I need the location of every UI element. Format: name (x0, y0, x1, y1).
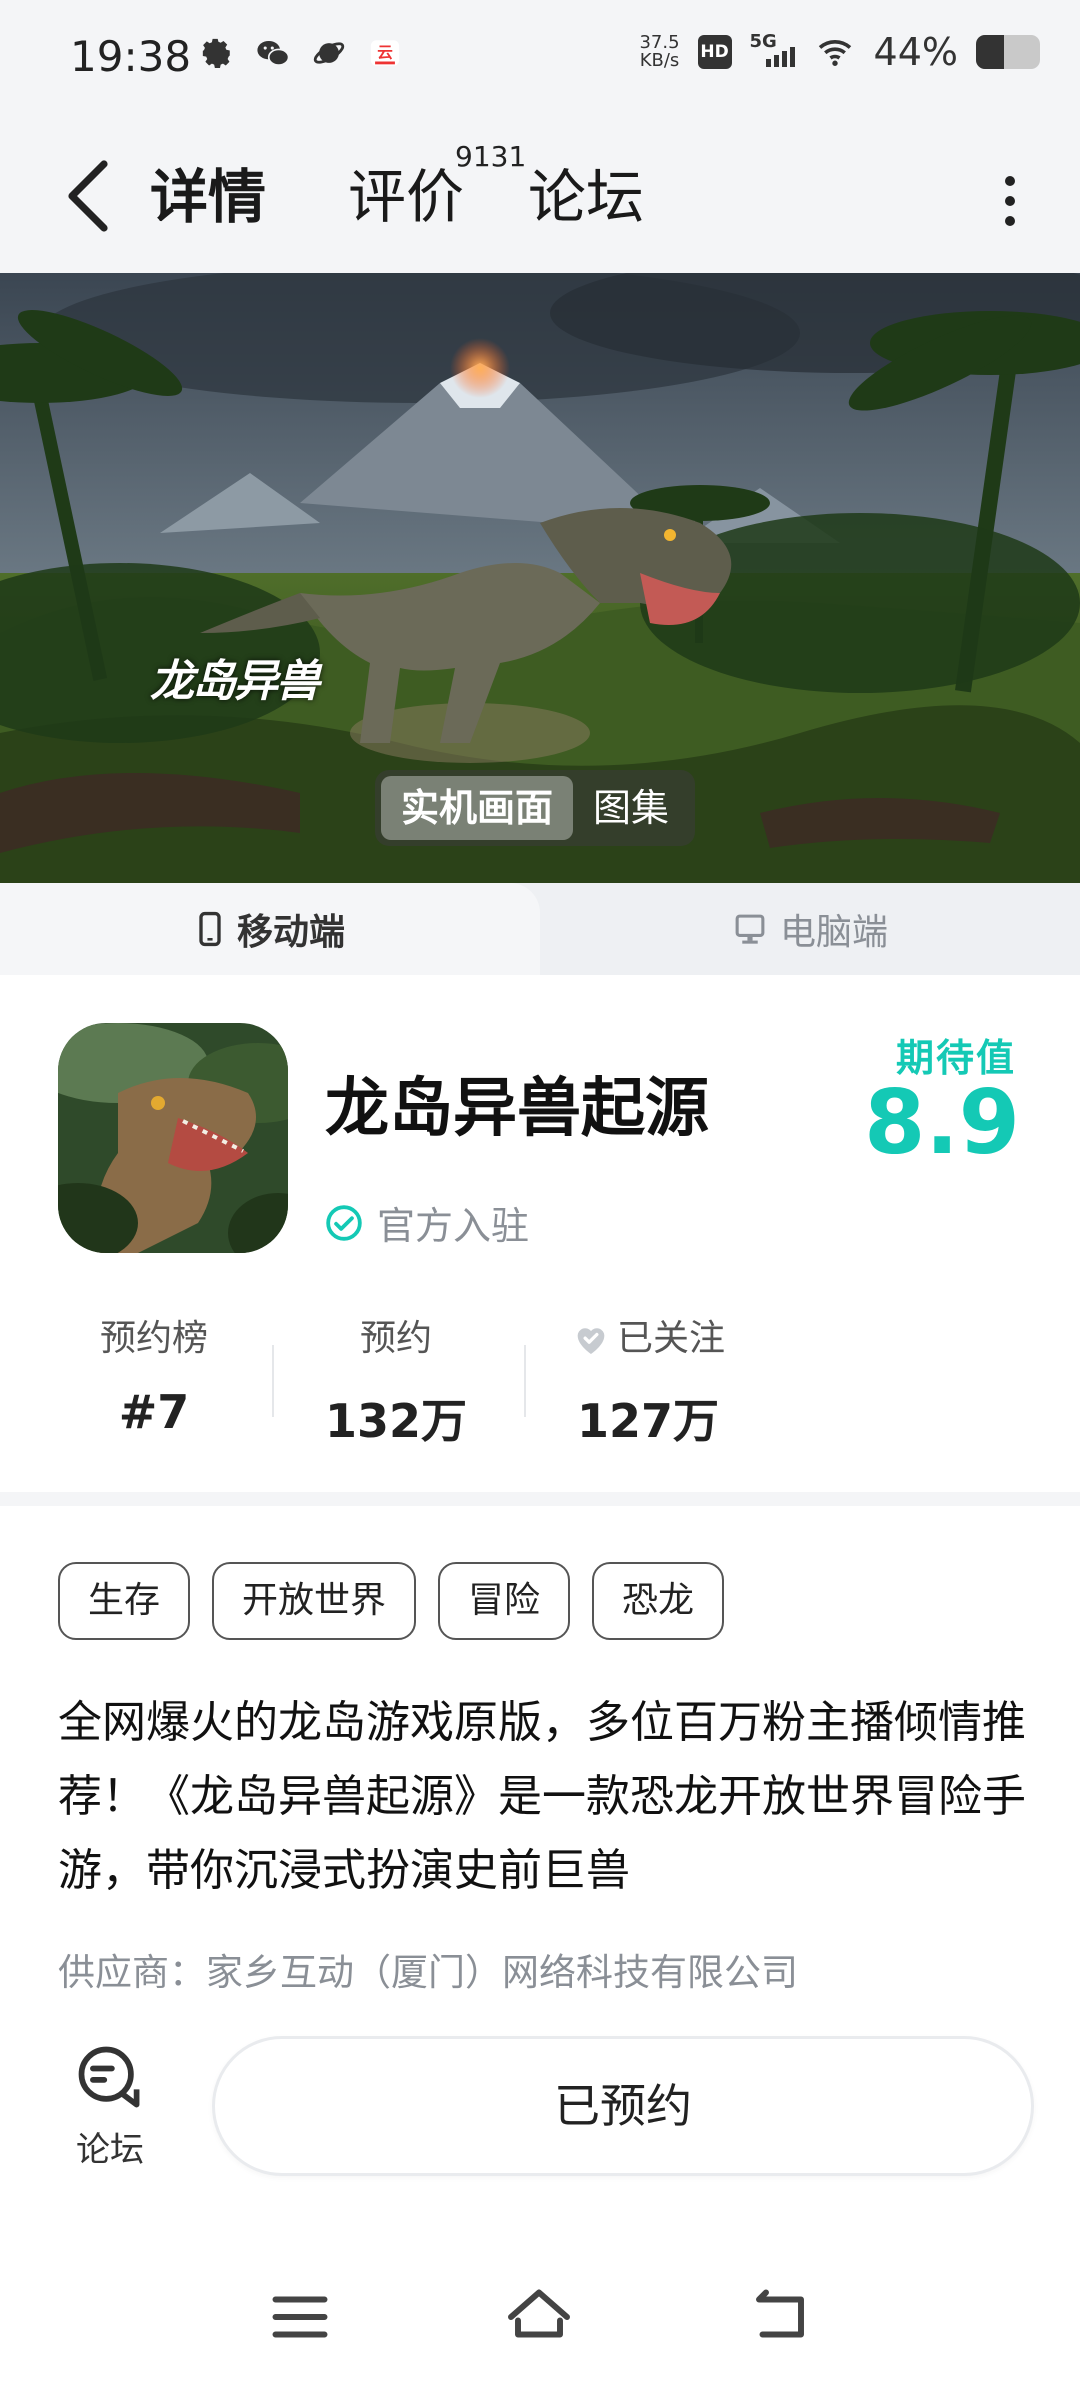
stat-followers[interactable]: 已关注 127万 (548, 1315, 748, 1451)
heart-check-icon (577, 1328, 605, 1354)
net-speed: 37.5 KB/s (639, 34, 679, 70)
home-icon[interactable] (504, 2282, 574, 2352)
tab-forum[interactable]: 论坛 (528, 150, 644, 234)
stat-label: 已关注 (616, 1318, 725, 1359)
game-info-section: 龙岛异兽起源 官方入驻 期待值 8.9 预约榜 #7 预约 132万 已关注 1… (0, 975, 1080, 1495)
recent-apps-icon[interactable] (265, 2282, 335, 2352)
platform-switch: 移动端 电脑端 (0, 883, 1080, 975)
banner-game-logo: 龙岛异兽 (150, 656, 320, 707)
forum-chat-icon (78, 2046, 140, 2108)
status-time: 19:38 (70, 32, 192, 81)
tab-detail-label: 详情 (150, 163, 267, 231)
tab-detail[interactable]: 详情 (144, 150, 273, 234)
detail-header: 详情 评价 9131 论坛 (0, 118, 1080, 273)
official-badge: 官方入驻 (325, 1195, 529, 1250)
battery-percent: 44% (873, 30, 958, 74)
platform-mobile-label: 移动端 (236, 912, 345, 953)
stat-divider (524, 1345, 526, 1417)
media-tab-gallery[interactable]: 图集 (573, 776, 689, 840)
game-stats: 预约榜 #7 预约 132万 已关注 127万 (0, 1315, 760, 1448)
tag-list: 生存 开放世界 冒险 恐龙 (58, 1562, 725, 1640)
tag-item[interactable]: 开放世界 (212, 1562, 417, 1640)
platform-pc-label: 电脑端 (779, 912, 888, 953)
expectation-score: 8.9 (864, 1071, 1020, 1174)
svg-text:云: 云 (377, 43, 393, 61)
hd-icon: HD (697, 35, 732, 69)
stat-reservations: 预约 132万 (296, 1315, 496, 1451)
monitor-icon (735, 914, 765, 944)
reviews-count: 9131 (455, 140, 527, 173)
stat-divider (272, 1345, 274, 1417)
phone-icon (199, 911, 221, 947)
system-navigation-bar (0, 2260, 1080, 2388)
platform-tab-mobile[interactable]: 移动端 (0, 883, 540, 975)
forum-button[interactable]: 论坛 (60, 2040, 160, 2180)
status-bar: 19:38 云 37.5 KB/s HD 5G 44% (0, 0, 1080, 118)
game-app-icon (58, 1023, 288, 1253)
net-speed-unit: KB/s (639, 50, 680, 71)
stat-value: #7 (118, 1385, 190, 1439)
forum-label: 论坛 (76, 2130, 144, 2170)
stat-value: 132万 (324, 1394, 468, 1448)
media-tab-gameplay[interactable]: 实机画面 (381, 776, 574, 840)
wifi-icon (818, 40, 851, 66)
gear-icon (202, 38, 230, 69)
media-tabs: 实机画面 图集 (375, 770, 696, 846)
cloud-app-icon: 云 (370, 40, 400, 66)
status-system-indicators: 37.5 KB/s HD 5G 44% (639, 30, 1040, 74)
tag-item[interactable]: 冒险 (438, 1562, 571, 1640)
planet-icon (313, 42, 345, 64)
official-label: 官方入驻 (377, 1204, 530, 1248)
tag-item[interactable]: 恐龙 (592, 1562, 725, 1640)
stat-label: 预约榜 (99, 1318, 208, 1359)
more-vertical-icon[interactable] (990, 166, 1030, 236)
wechat-icon (257, 40, 290, 66)
signal-5g-icon: 5G (750, 31, 796, 71)
game-title: 龙岛异兽起源 (325, 1072, 709, 1146)
section-divider (0, 1492, 1080, 1506)
tag-item[interactable]: 生存 (58, 1562, 191, 1640)
platform-tab-pc[interactable]: 电脑端 (540, 883, 1080, 975)
system-back-icon[interactable] (745, 2282, 815, 2352)
stat-label: 预约 (359, 1318, 432, 1359)
status-notification-icons: 云 (200, 36, 402, 70)
stat-value: 127万 (576, 1394, 720, 1448)
reserved-button[interactable]: 已预约 (212, 2036, 1034, 2176)
supplier-info: 供应商：家乡互动（厦门）网络科技有限公司 (58, 1951, 798, 1994)
game-description[interactable]: 全网爆火的龙岛游戏原版，多位百万粉主播倾情推荐！《龙岛异兽起源》是一款恐龙开放世… (58, 1686, 1038, 1908)
verified-check-icon (326, 1204, 362, 1241)
back-arrow-icon[interactable] (60, 156, 120, 236)
stat-label-wrap: 已关注 (548, 1315, 748, 1363)
battery-icon (976, 35, 1040, 69)
stat-reservation-rank[interactable]: 预约榜 #7 (54, 1315, 254, 1439)
tab-reviews[interactable]: 评价 (348, 150, 464, 234)
